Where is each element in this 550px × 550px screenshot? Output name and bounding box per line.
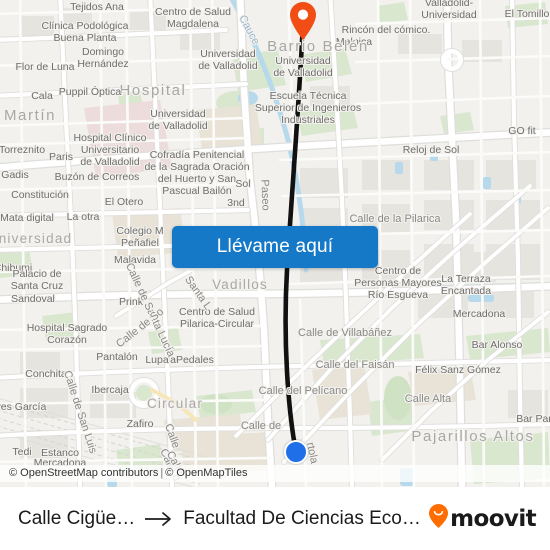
map-attribution: © OpenStreetMap contributors | © OpenMapTi… xyxy=(0,465,550,482)
route-origin-label: Calle Cigüe… xyxy=(18,507,136,529)
openmaptiles-attribution-link[interactable]: © OpenMapTiles xyxy=(165,467,247,479)
moovit-pin-icon xyxy=(429,504,449,533)
moovit-logo[interactable]: moovit xyxy=(429,504,537,533)
route-destination-label: Facultad De Ciencias Económicas Y … xyxy=(183,507,422,529)
map-screen: .blk { fill:#f2f1ee; } .blk2 { fill:#eee… xyxy=(0,0,550,550)
take-me-here-button[interactable]: Llévame aquí xyxy=(172,226,378,268)
moovit-wordmark: moovit xyxy=(450,505,536,532)
origin-location-dot xyxy=(284,440,308,464)
osm-attribution-link[interactable]: © OpenStreetMap contributors xyxy=(9,467,158,479)
arrow-right-icon xyxy=(144,511,174,527)
route-footer-bar: Calle Cigüe… Facultad De Ciencias Econó m… xyxy=(0,487,550,550)
map-canvas[interactable]: .blk { fill:#f2f1ee; } .blk2 { fill:#eee… xyxy=(0,0,550,487)
route-summary[interactable]: Calle Cigüe… Facultad De Ciencias Económ… xyxy=(18,508,421,530)
